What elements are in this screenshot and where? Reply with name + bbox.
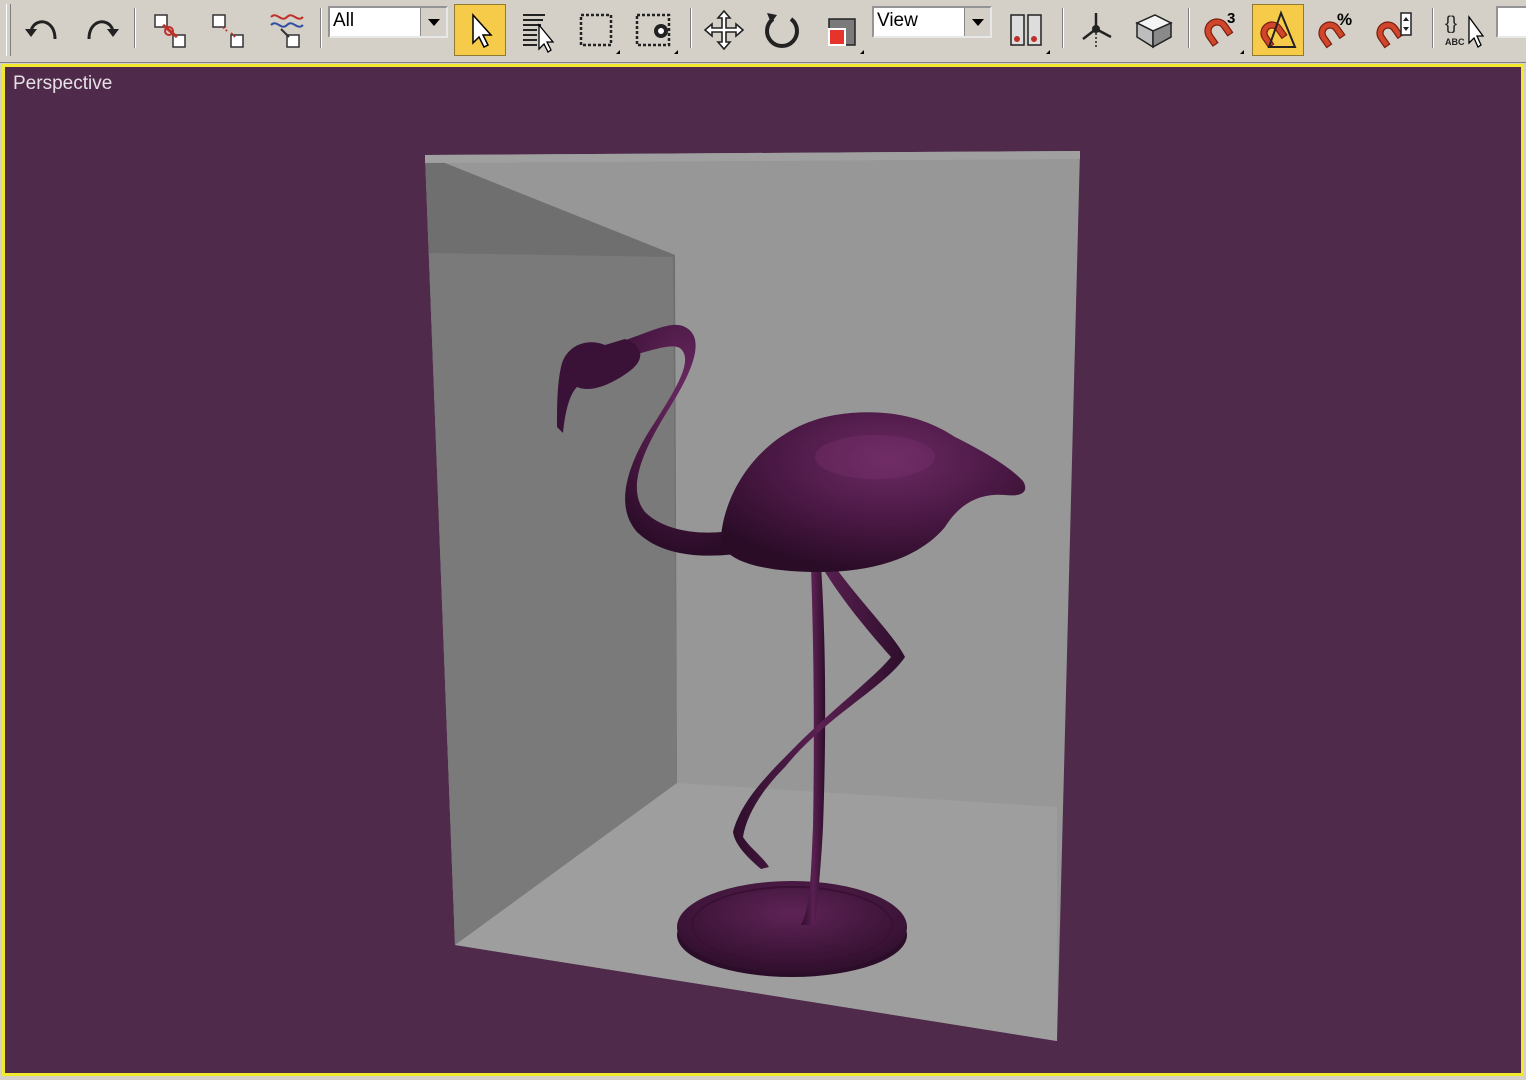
main-toolbar: All View 3 % {} ABC: [0, 0, 1526, 63]
undo-button[interactable]: [18, 4, 70, 56]
manipulate-icon: [1082, 13, 1112, 47]
unlink-selection-button[interactable]: [202, 4, 254, 56]
magnet-snap-icon: 3: [1204, 10, 1235, 47]
svg-text:{}: {}: [1445, 13, 1457, 33]
rectangle-selection-icon: [579, 13, 613, 47]
select-and-rotate-button[interactable]: [756, 4, 808, 56]
scene-render: [425, 151, 1080, 1041]
percent-snap-icon: %: [1318, 10, 1352, 49]
select-by-name-button[interactable]: [512, 4, 564, 56]
reference-coordinate-system-dropdown[interactable]: View: [872, 6, 992, 38]
viewport-label[interactable]: Perspective: [13, 73, 112, 95]
percent-snap-toggle-button[interactable]: %: [1310, 4, 1362, 56]
select-by-name-icon: [523, 14, 555, 53]
named-selection-sets-field[interactable]: [1496, 6, 1526, 38]
use-pivot-point-center-button[interactable]: [1000, 4, 1052, 56]
edit-named-selection-sets-button[interactable]: {} ABC: [1438, 4, 1490, 56]
scale-icon: [828, 18, 856, 46]
arrow-cursor-icon: [472, 13, 493, 49]
coordinate-system-value: View: [877, 10, 918, 31]
spinner-snap-toggle-button[interactable]: [1368, 4, 1420, 56]
chevron-down-icon[interactable]: [420, 8, 446, 36]
rotate-icon: [765, 13, 799, 48]
snaps-toggle-button[interactable]: 3: [1194, 4, 1246, 56]
keyboard-override-icon: [1135, 14, 1173, 49]
rectangular-selection-region-button[interactable]: [570, 4, 622, 56]
bind-to-space-warp-button[interactable]: [260, 4, 312, 56]
select-and-manipulate-button[interactable]: [1070, 4, 1122, 56]
toolbar-grip[interactable]: [6, 4, 11, 56]
select-object-button[interactable]: [454, 4, 506, 56]
svg-text:ABC: ABC: [1445, 37, 1465, 47]
select-and-move-button[interactable]: [698, 4, 750, 56]
selection-filter-value: All: [333, 10, 355, 31]
perspective-viewport[interactable]: Perspective: [2, 64, 1524, 1076]
keyboard-shortcut-override-button[interactable]: [1128, 4, 1180, 56]
pivot-center-icon: [1010, 14, 1042, 46]
named-selection-sets-icon: {} ABC: [1445, 13, 1485, 48]
bottom-strip: [0, 1076, 1526, 1080]
unlink-icon: [212, 14, 244, 48]
select-and-scale-button[interactable]: [814, 4, 866, 56]
spinner-snap-icon: [1376, 12, 1412, 49]
svg-text:%: %: [1337, 10, 1352, 29]
move-icon: [703, 9, 745, 51]
undo-icon: [25, 20, 57, 40]
angle-snap-icon: [1260, 10, 1297, 49]
bind-space-warp-icon: [270, 14, 304, 48]
select-and-link-button[interactable]: [144, 4, 196, 56]
window-crossing-button[interactable]: [628, 4, 680, 56]
svg-text:3: 3: [1227, 10, 1235, 27]
selection-filter-dropdown[interactable]: All: [328, 6, 448, 38]
redo-button[interactable]: [74, 4, 126, 56]
pedestal-base-top: [677, 881, 907, 973]
redo-icon: [87, 20, 119, 40]
link-icon: [154, 14, 186, 48]
angle-snap-toggle-button[interactable]: [1252, 4, 1304, 56]
window-crossing-icon: [635, 13, 671, 47]
chevron-down-icon[interactable]: [964, 8, 990, 36]
